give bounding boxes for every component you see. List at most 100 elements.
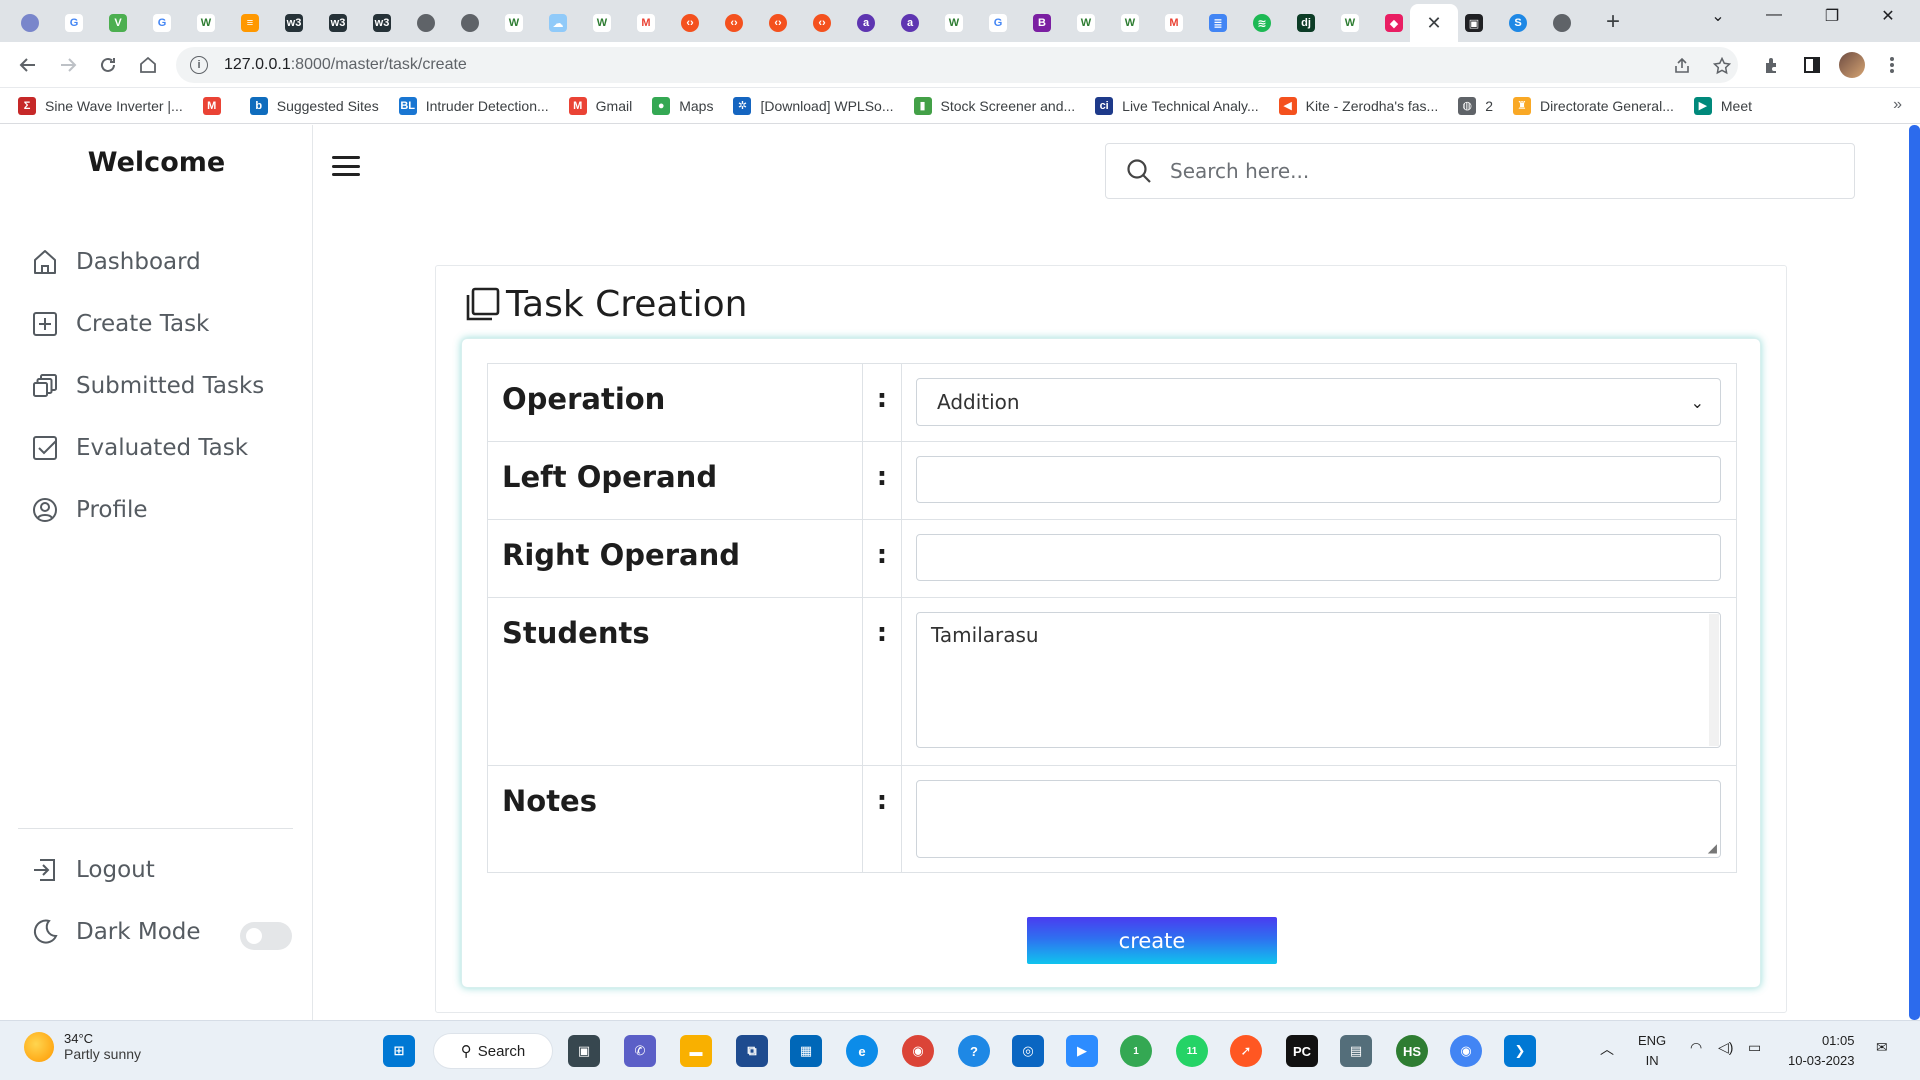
zoom-icon[interactable]: ▶ xyxy=(1066,1035,1098,1067)
tab-search-icon[interactable]: ⌄ xyxy=(1698,6,1738,26)
sidebar-item-create-task[interactable]: Create Task xyxy=(30,309,209,339)
tab-13[interactable]: ☁ xyxy=(538,8,578,38)
tab-15[interactable]: M xyxy=(626,8,666,38)
bookmark-item[interactable]: M Gmail xyxy=(568,96,632,115)
tab-16[interactable]: ‹› xyxy=(670,8,710,38)
tab-9[interactable]: w3 xyxy=(362,8,402,38)
tab-36[interactable] xyxy=(1542,8,1582,38)
students-multiselect[interactable]: Tamilarasu xyxy=(916,612,1721,748)
home-button[interactable] xyxy=(134,51,162,79)
edge-icon[interactable]: e xyxy=(846,1035,878,1067)
hamburger-menu-icon[interactable] xyxy=(330,153,362,179)
back-button[interactable] xyxy=(14,51,42,79)
search-input[interactable] xyxy=(1170,159,1810,183)
tab-34[interactable]: ▣ xyxy=(1454,8,1494,38)
tab-2[interactable]: G xyxy=(54,8,94,38)
sidebar-item-dashboard[interactable]: Dashboard xyxy=(30,247,201,277)
volume-icon[interactable]: ◁) xyxy=(1718,1039,1733,1056)
tab-28[interactable]: ≣ xyxy=(1198,8,1238,38)
tab-32[interactable]: ◆ xyxy=(1374,8,1414,38)
operation-select[interactable]: Addition ⌄ xyxy=(916,378,1721,426)
app-icon[interactable]: ◎ xyxy=(1012,1035,1044,1067)
bookmark-item[interactable]: ✲ [Download] WPLSo... xyxy=(733,96,894,115)
postman-icon[interactable]: ➚ xyxy=(1230,1035,1262,1067)
dark-mode-toggle[interactable] xyxy=(240,922,292,950)
sidebar-item-submitted-tasks[interactable]: Submitted Tasks xyxy=(30,371,264,401)
share-icon[interactable] xyxy=(1670,54,1694,78)
tab-8[interactable]: w3 xyxy=(318,8,358,38)
task-view-icon[interactable]: ▣ xyxy=(568,1035,600,1067)
teams-chat-icon[interactable]: ✆ xyxy=(624,1035,656,1067)
windows-start-icon[interactable]: ⊞ xyxy=(383,1035,415,1067)
notes-textarea[interactable]: ◢ xyxy=(916,780,1721,858)
forward-button[interactable] xyxy=(54,51,82,79)
tab-17[interactable]: ‹› xyxy=(714,8,754,38)
tab-1[interactable] xyxy=(10,8,50,38)
bookmark-item[interactable]: ♜ Directorate General... xyxy=(1513,96,1674,115)
tab-active[interactable]: ✕ xyxy=(1410,4,1458,42)
bookmark-item[interactable]: BL Intruder Detection... xyxy=(398,96,549,115)
bookmark-item[interactable]: ◀ Kite - Zerodha's fas... xyxy=(1278,96,1438,115)
new-tab-button[interactable]: + xyxy=(1598,8,1628,36)
minimize-button[interactable]: — xyxy=(1754,6,1794,24)
url-text[interactable]: 127.0.0.1:8000/master/task/create xyxy=(224,56,467,74)
multiselect-scrollbar[interactable] xyxy=(1709,614,1719,746)
right-operand-input[interactable] xyxy=(916,534,1721,581)
help-icon[interactable]: ? xyxy=(958,1035,990,1067)
tab-10[interactable] xyxy=(406,8,446,38)
app-icon[interactable]: ⧉ xyxy=(736,1035,768,1067)
close-window-button[interactable]: ✕ xyxy=(1868,6,1908,26)
restore-button[interactable]: ❐ xyxy=(1812,6,1852,26)
tab-35[interactable]: S xyxy=(1498,8,1538,38)
tab-29[interactable]: ≋ xyxy=(1242,8,1282,38)
whatsapp-icon[interactable]: 11 xyxy=(1176,1035,1208,1067)
bookmark-item[interactable]: ◍ 2 xyxy=(1458,96,1493,115)
tab-26[interactable]: W xyxy=(1110,8,1150,38)
site-info-icon[interactable]: i xyxy=(190,56,208,74)
student-option[interactable]: Tamilarasu xyxy=(931,623,1706,647)
pycharm-icon[interactable]: PC xyxy=(1286,1035,1318,1067)
bookmark-item[interactable]: ▶ Meet xyxy=(1693,96,1752,115)
reload-button[interactable] xyxy=(94,51,122,79)
tab-18[interactable]: ‹› xyxy=(758,8,798,38)
weather-widget[interactable]: 34°C Partly sunny xyxy=(24,1031,141,1062)
vscode-icon[interactable]: ❯ xyxy=(1504,1035,1536,1067)
calculator-icon[interactable]: ▤ xyxy=(1340,1035,1372,1067)
hs-app-icon[interactable]: HS xyxy=(1396,1035,1428,1067)
system-clock[interactable]: 01:05 10-03-2023 xyxy=(1788,1031,1855,1071)
tab-14[interactable]: W xyxy=(582,8,622,38)
page-scrollbar[interactable] xyxy=(1909,125,1920,1020)
show-hidden-icons[interactable]: ︿ xyxy=(1600,1039,1614,1059)
left-operand-input[interactable] xyxy=(916,456,1721,503)
tab-11[interactable] xyxy=(450,8,490,38)
tab-7[interactable]: w3 xyxy=(274,8,314,38)
tab-24[interactable]: B xyxy=(1022,8,1062,38)
bookmark-star-icon[interactable] xyxy=(1710,54,1734,78)
bookmark-item[interactable]: M xyxy=(202,96,230,115)
chrome-profile-icon[interactable]: 1 xyxy=(1120,1035,1152,1067)
create-button[interactable]: create xyxy=(1027,917,1277,964)
bookmark-item[interactable]: ci Live Technical Analy... xyxy=(1095,96,1259,115)
tab-27[interactable]: M xyxy=(1154,8,1194,38)
tab-4[interactable]: G xyxy=(142,8,182,38)
logout-button[interactable]: Logout xyxy=(30,855,155,885)
wifi-icon[interactable]: ◠ xyxy=(1690,1039,1702,1056)
file-explorer-icon[interactable]: ▬ xyxy=(680,1035,712,1067)
tab-23[interactable]: G xyxy=(978,8,1018,38)
bookmark-item[interactable]: ● Maps xyxy=(652,96,713,115)
bookmark-item[interactable]: b Suggested Sites xyxy=(249,96,379,115)
tab-19[interactable]: ‹› xyxy=(802,8,842,38)
bookmark-item[interactable]: Σ Sine Wave Inverter |... xyxy=(18,96,183,115)
resize-grip-icon[interactable]: ◢ xyxy=(1708,841,1717,855)
tab-25[interactable]: W xyxy=(1066,8,1106,38)
more-bookmarks-icon[interactable]: » xyxy=(1893,96,1902,114)
profile-avatar[interactable] xyxy=(1838,51,1866,79)
tab-12[interactable]: W xyxy=(494,8,534,38)
tab-31[interactable]: W xyxy=(1330,8,1370,38)
tab-5[interactable]: W xyxy=(186,8,226,38)
tab-6[interactable]: ≡ xyxy=(230,8,270,38)
tab-20[interactable]: a xyxy=(846,8,886,38)
chrome-profile-icon[interactable]: ◉ xyxy=(1450,1035,1482,1067)
tab-3[interactable]: V xyxy=(98,8,138,38)
tab-21[interactable]: a xyxy=(890,8,930,38)
